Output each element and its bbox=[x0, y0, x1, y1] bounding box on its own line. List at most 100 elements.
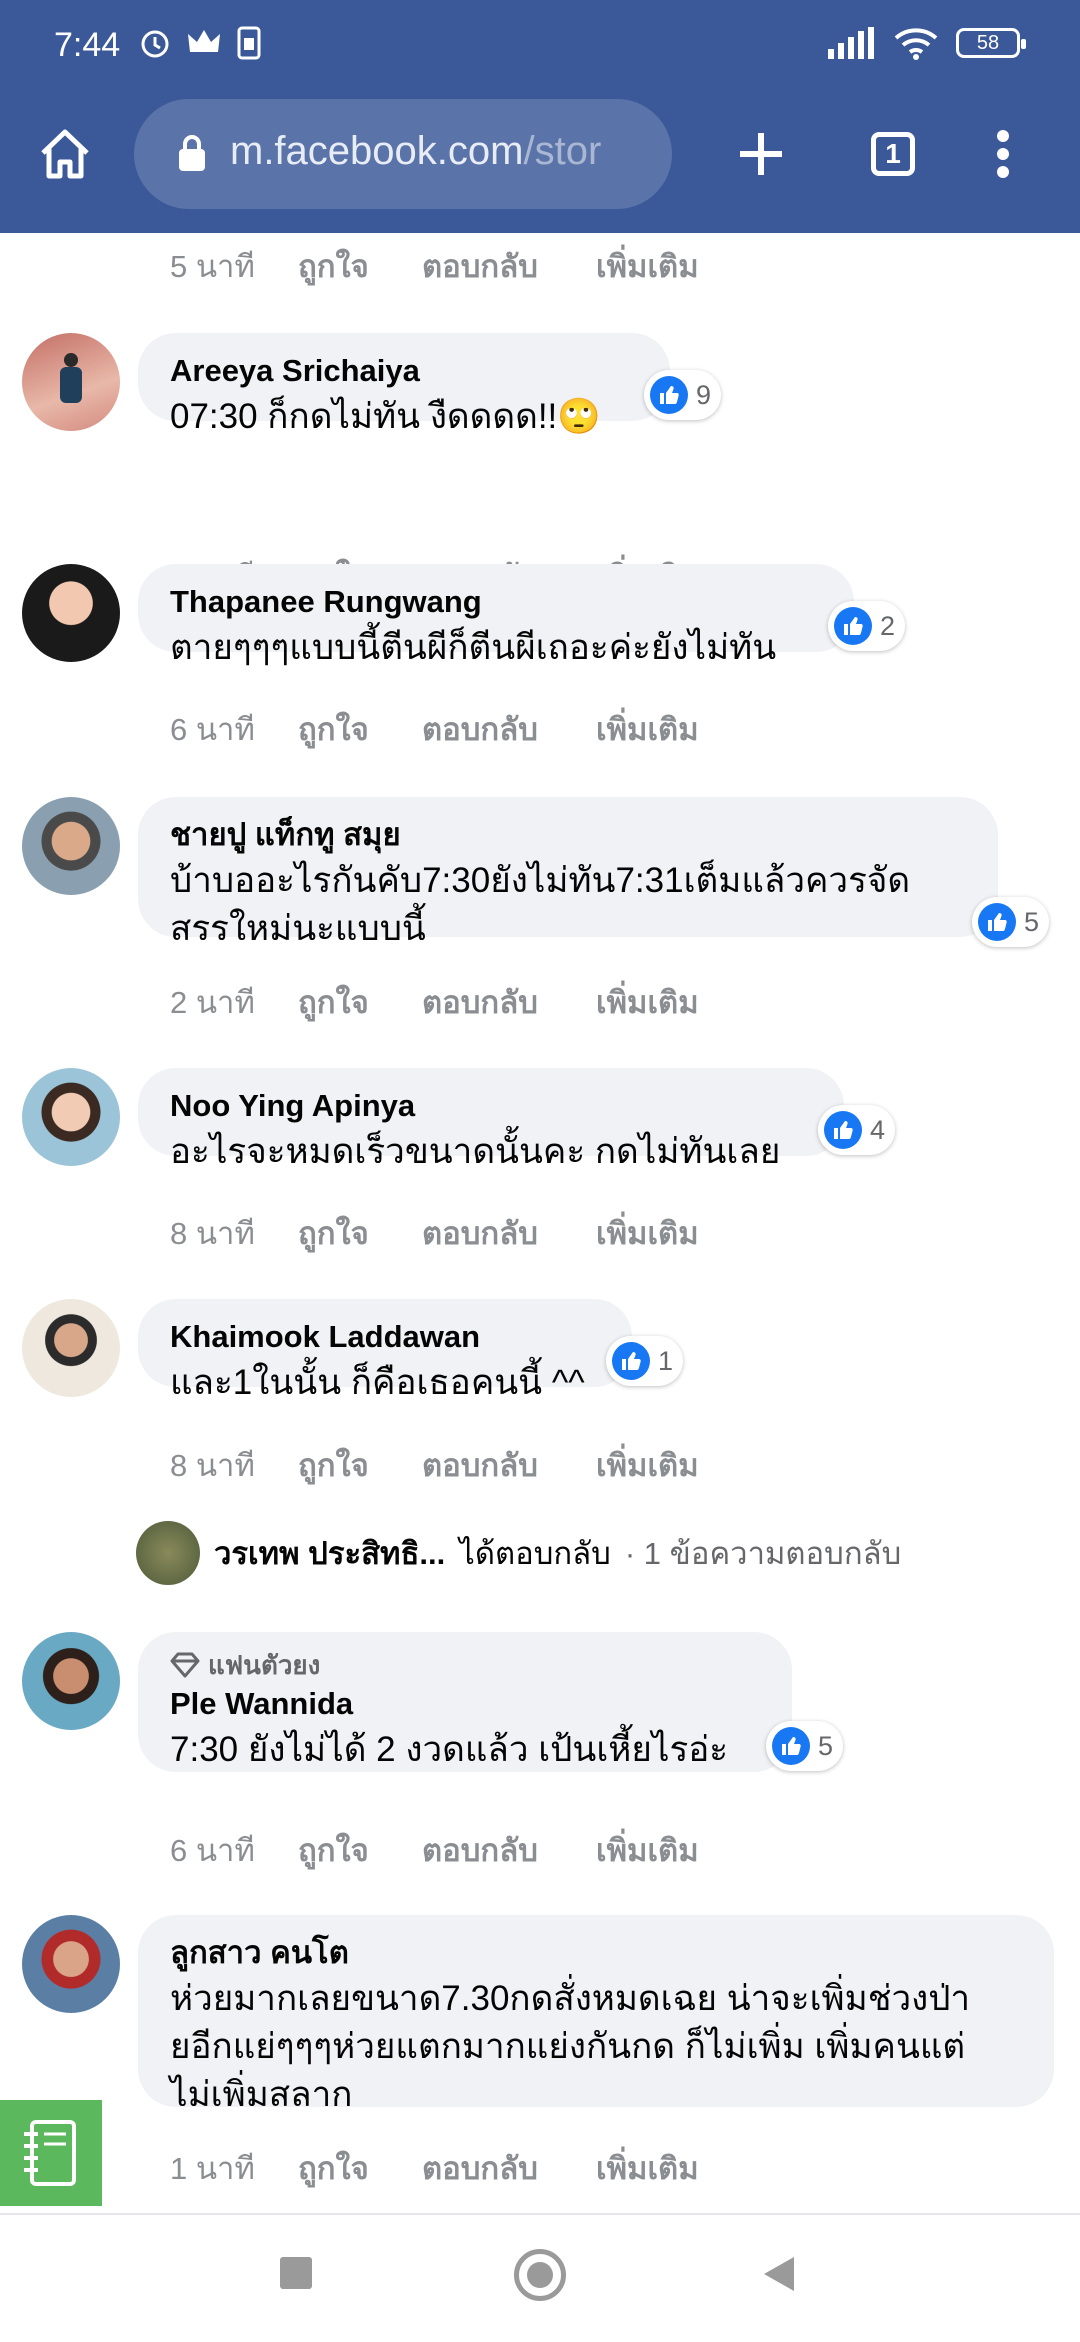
avatar[interactable] bbox=[22, 1299, 120, 1397]
like-icon bbox=[650, 376, 688, 414]
comment-time: 8 นาที bbox=[170, 1216, 255, 1251]
reply-count: · 1 ข้อความตอบกลับ bbox=[624, 1536, 902, 1571]
commenter-name[interactable]: Areeya Srichaiya bbox=[170, 349, 638, 393]
comment-text: 07:30 ก็กดไม่ทัน งืดดดด!!🙄 bbox=[170, 397, 601, 436]
back-button[interactable] bbox=[760, 2255, 796, 2293]
battery-icon: 58 bbox=[956, 28, 1026, 58]
commenter-name[interactable]: Thapanee Rungwang bbox=[170, 580, 822, 624]
reaction-count[interactable]: 5 bbox=[972, 897, 1050, 947]
comment-actions: 2 นาที ถูกใจ ตอบกลับ เพิ่มเติม bbox=[170, 977, 699, 1027]
comment-text: อะไรจะหมดเร็วขนาดนั้นคะ กดไม่ทันเลย bbox=[170, 1132, 781, 1171]
reaction-number: 2 bbox=[880, 610, 896, 641]
reaction-count[interactable]: 9 bbox=[644, 370, 722, 420]
recents-button[interactable] bbox=[280, 2257, 312, 2289]
like-icon bbox=[824, 1111, 862, 1149]
reply-summary[interactable]: วรเทพ ประสิทธิ... ได้ตอบกลับ · 1 ข้อความ… bbox=[136, 1521, 901, 1585]
like-action[interactable]: ถูกใจ bbox=[298, 704, 422, 754]
like-action[interactable]: ถูกใจ bbox=[298, 2143, 422, 2193]
sim-icon bbox=[237, 26, 261, 60]
like-action[interactable]: ถูกใจ bbox=[298, 241, 422, 291]
comment-bubble: Noo Ying Apinya อะไรจะหมดเร็วขนาดนั้นคะ … bbox=[138, 1068, 844, 1171]
url-bar[interactable]: m.facebook.com/stor bbox=[134, 99, 672, 209]
home-button[interactable] bbox=[34, 123, 96, 185]
more-action[interactable]: เพิ่มเติม bbox=[596, 2143, 699, 2193]
status-left-icons bbox=[138, 26, 262, 60]
avatar[interactable] bbox=[22, 564, 120, 662]
reply-action[interactable]: ตอบกลับ bbox=[422, 1440, 596, 1490]
commenter-name[interactable]: ชายปู แท็กทู สมุย bbox=[170, 813, 966, 857]
status-right-icons: 58 bbox=[826, 26, 1026, 60]
more-action[interactable]: เพิ่มเติม bbox=[596, 1440, 699, 1490]
plus-icon bbox=[740, 133, 782, 175]
reply-author[interactable]: วรเทพ ประสิทธิ... bbox=[214, 1528, 445, 1578]
reaction-number: 1 bbox=[658, 1345, 674, 1376]
reply-action[interactable]: ตอบกลับ bbox=[422, 241, 596, 291]
reply-action[interactable]: ตอบกลับ bbox=[422, 1208, 596, 1258]
comment-text-line: ไม่เพิ่มสลาก bbox=[170, 2075, 353, 2114]
home-nav-button[interactable] bbox=[514, 2249, 566, 2301]
comment-time: 6 นาที bbox=[170, 1833, 255, 1868]
diamond-icon bbox=[170, 1652, 200, 1678]
reaction-count[interactable]: 4 bbox=[818, 1105, 896, 1155]
like-action[interactable]: ถูกใจ bbox=[298, 1208, 422, 1258]
reply-action[interactable]: ตอบกลับ bbox=[422, 1825, 596, 1875]
like-icon bbox=[612, 1342, 650, 1380]
fan-badge: แฟนตัวยง bbox=[170, 1648, 760, 1682]
comment-bubble: แฟนตัวยง Ple Wannida 7:30 ยังไม่ได้ 2 งว… bbox=[138, 1632, 792, 1772]
reply-action[interactable]: ตอบกลับ bbox=[422, 2143, 596, 2193]
like-action[interactable]: ถูกใจ bbox=[298, 1825, 422, 1875]
comment-text-line: ห่วยมากเลยขนาด7.30กดสั่งหมดเฉย น่าจะเพิ่… bbox=[170, 1979, 971, 2018]
like-icon bbox=[834, 607, 872, 645]
reaction-count[interactable]: 1 bbox=[606, 1336, 684, 1386]
tab-switcher-button[interactable]: 1 bbox=[862, 123, 924, 185]
more-action[interactable]: เพิ่มเติม bbox=[596, 241, 699, 291]
fan-badge-label: แฟนตัวยง bbox=[208, 1650, 321, 1680]
comment-actions: 1 นาที ถูกใจ ตอบกลับ เพิ่มเติม bbox=[170, 2143, 699, 2193]
reaction-number: 9 bbox=[696, 379, 712, 410]
comment-actions: 6 นาที ถูกใจ ตอบกลับ เพิ่มเติม bbox=[170, 1825, 699, 1875]
comment-text-line: บ้าบออะไรกันคับ7:30ยังไม่ทัน7:31เต็มแล้ว… bbox=[170, 861, 911, 900]
comment-bubble: Thapanee Rungwang ตายๆๆๆแบบนี้ตีนผีก็ตีน… bbox=[138, 564, 854, 667]
comment-actions: 8 นาที ถูกใจ ตอบกลับ เพิ่มเติม bbox=[170, 1208, 699, 1258]
reaction-count[interactable]: 5 bbox=[766, 1721, 844, 1771]
reply-action[interactable]: ตอบกลับ bbox=[422, 704, 596, 754]
avatar[interactable] bbox=[22, 1632, 120, 1730]
more-vertical-icon bbox=[997, 130, 1009, 178]
reaction-number: 4 bbox=[870, 1114, 886, 1145]
more-action[interactable]: เพิ่มเติม bbox=[596, 977, 699, 1027]
comment-actions: 5 นาที ถูกใจ ตอบกลับ เพิ่มเติม bbox=[170, 241, 699, 291]
avatar[interactable] bbox=[22, 333, 120, 431]
comment-time: 8 นาที bbox=[170, 1448, 255, 1483]
like-action[interactable]: ถูกใจ bbox=[298, 977, 422, 1027]
reply-action[interactable]: ตอบกลับ bbox=[422, 977, 596, 1027]
lock-icon bbox=[179, 135, 205, 171]
system-navigation-bar bbox=[0, 2213, 1080, 2342]
commenter-name[interactable]: Ple Wannida bbox=[170, 1682, 760, 1726]
avatar[interactable] bbox=[22, 1915, 120, 2013]
reply-avatar bbox=[136, 1521, 200, 1585]
wifi-icon bbox=[894, 28, 938, 60]
browser-toolbar: m.facebook.com/stor 1 bbox=[0, 95, 1080, 233]
avatar[interactable] bbox=[22, 797, 120, 895]
comment-time: 6 นาที bbox=[170, 712, 255, 747]
comment-time: 1 นาที bbox=[170, 2151, 255, 2186]
commenter-name[interactable]: ลูกสาว คนโต bbox=[170, 1931, 1022, 1975]
commenter-name[interactable]: Noo Ying Apinya bbox=[170, 1084, 812, 1128]
notebook-floating-button[interactable] bbox=[0, 2100, 102, 2206]
url-path: /stor bbox=[523, 129, 602, 173]
like-action[interactable]: ถูกใจ bbox=[298, 1440, 422, 1490]
alarm-icon bbox=[141, 30, 169, 58]
more-action[interactable]: เพิ่มเติม bbox=[596, 704, 699, 754]
avatar[interactable] bbox=[22, 1068, 120, 1166]
more-action[interactable]: เพิ่มเติม bbox=[596, 1825, 699, 1875]
reaction-number: 5 bbox=[1024, 906, 1040, 937]
home-nav-dot bbox=[527, 2262, 553, 2288]
reaction-number: 5 bbox=[818, 1730, 834, 1761]
reaction-count[interactable]: 2 bbox=[828, 601, 906, 651]
more-action[interactable]: เพิ่มเติม bbox=[596, 1208, 699, 1258]
comment-text-line: ยอีกแย่ๆๆๆห่วยแตกมากแย่งกันกด ก็ไม่เพิ่ม… bbox=[170, 2027, 966, 2066]
comment-actions: 8 นาที ถูกใจ ตอบกลับ เพิ่มเติม bbox=[170, 1440, 699, 1490]
new-tab-button[interactable] bbox=[730, 123, 792, 185]
menu-button[interactable] bbox=[972, 123, 1034, 185]
commenter-name[interactable]: Khaimook Laddawan bbox=[170, 1315, 600, 1359]
